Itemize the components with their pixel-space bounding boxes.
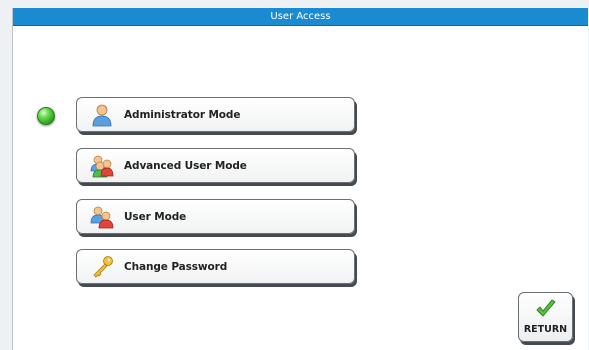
administrator-mode-button[interactable]: Administrator Mode <box>76 97 355 132</box>
active-mode-indicator <box>37 107 55 125</box>
administrator-mode-label: Administrator Mode <box>124 108 241 121</box>
user-access-window: User Access Administrator Mode Advanced … <box>12 8 588 350</box>
advanced-user-mode-button[interactable]: Advanced User Mode <box>76 148 355 183</box>
change-password-button[interactable]: Change Password <box>76 249 355 284</box>
single-user-icon <box>89 102 115 128</box>
return-button[interactable]: RETURN <box>518 292 573 342</box>
window-title: User Access <box>13 8 588 26</box>
advanced-user-mode-label: Advanced User Mode <box>124 159 247 172</box>
key-icon <box>89 254 115 280</box>
user-group-icon <box>89 204 115 230</box>
user-mode-button[interactable]: User Mode <box>76 199 355 234</box>
change-password-label: Change Password <box>124 260 228 273</box>
checkmark-icon <box>535 299 557 323</box>
user-mode-label: User Mode <box>124 210 187 223</box>
multi-user-icon <box>89 153 115 179</box>
return-label: RETURN <box>523 324 568 335</box>
